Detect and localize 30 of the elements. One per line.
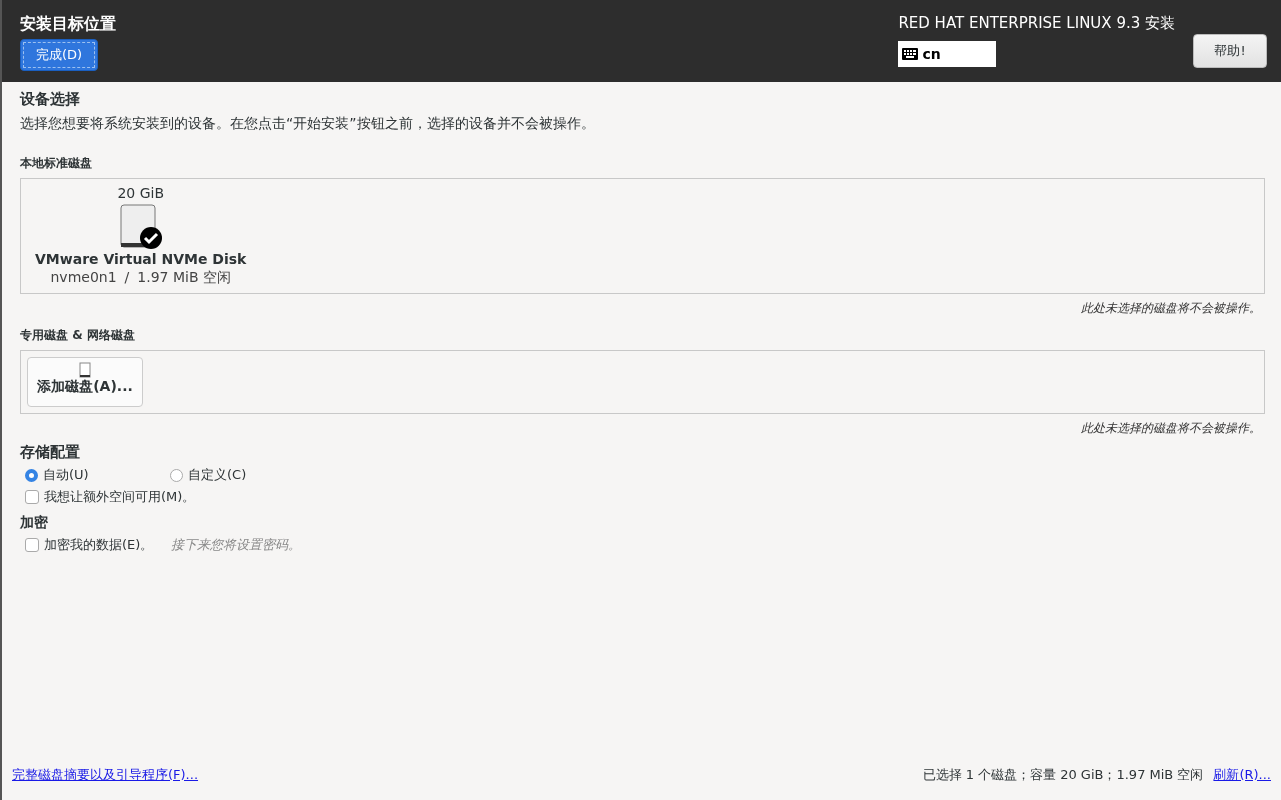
note-text: 此处未选择的磁盘将不会被操作。 [1081, 300, 1261, 317]
special-disks-heading: 专用磁盘 & 网络磁盘 [20, 327, 136, 344]
refresh-link[interactable]: 刷新(R)... [1213, 767, 1271, 782]
add-disk-button[interactable]: 添加磁盘(A)... [27, 357, 143, 407]
keyboard-layout-field[interactable]: cn [898, 41, 997, 67]
summary-link[interactable]: 完整磁盘摘要以及引导程序(F)... [12, 766, 199, 784]
disk-device: nvme0n1 [50, 269, 117, 287]
help-button[interactable]: 帮助! [1193, 34, 1267, 68]
done-button[interactable]: 完成(D) [20, 39, 98, 71]
storage-heading: 存储配置 [20, 443, 81, 462]
checkbox-option[interactable]: 加密我的数据(E)。 [25, 536, 154, 554]
keyboard-icon [902, 48, 919, 60]
description-text: 选择您想要将系统安装到的设备。在您点击“开始安装”按钮之前，选择的设备并不会被操作。 [20, 115, 596, 133]
status-text: 已选择 1 个磁盘；容量 20 GiB；1.97 MiB 空闲 [922, 767, 1204, 782]
radio-option[interactable]: 自定义(C) [170, 466, 305, 484]
disk-checked-icon [118, 203, 163, 249]
encryption-heading: 加密 [20, 514, 49, 532]
section-heading: 设备选择 [20, 90, 81, 109]
page-title: 安装目标位置 [20, 14, 116, 35]
product-title: RED HAT ENTERPRISE LINUX 9.3 安装 [898, 14, 1175, 33]
checkbox-option[interactable]: 我想让额外空间可用(M)。 [25, 488, 196, 506]
note-text: 此处未选择的磁盘将不会被操作。 [1081, 420, 1261, 437]
disk-item[interactable]: 20 GiB VMware Virtual NVMe Disk nvme0n1 / 1.97 MiB 空闲 [33, 185, 249, 287]
local-disks-heading: 本地标准磁盘 [20, 155, 93, 172]
disk-size: 20 GiB [117, 185, 164, 201]
hint-text: 接下来您将设置密码。 [171, 536, 302, 554]
disk-free-space: 1.97 MiB 空闲 [137, 269, 231, 287]
disk-name: VMware Virtual NVMe Disk [35, 251, 247, 267]
separator-text: / [124, 269, 130, 287]
radio-option[interactable]: 自动(U) [25, 466, 160, 484]
